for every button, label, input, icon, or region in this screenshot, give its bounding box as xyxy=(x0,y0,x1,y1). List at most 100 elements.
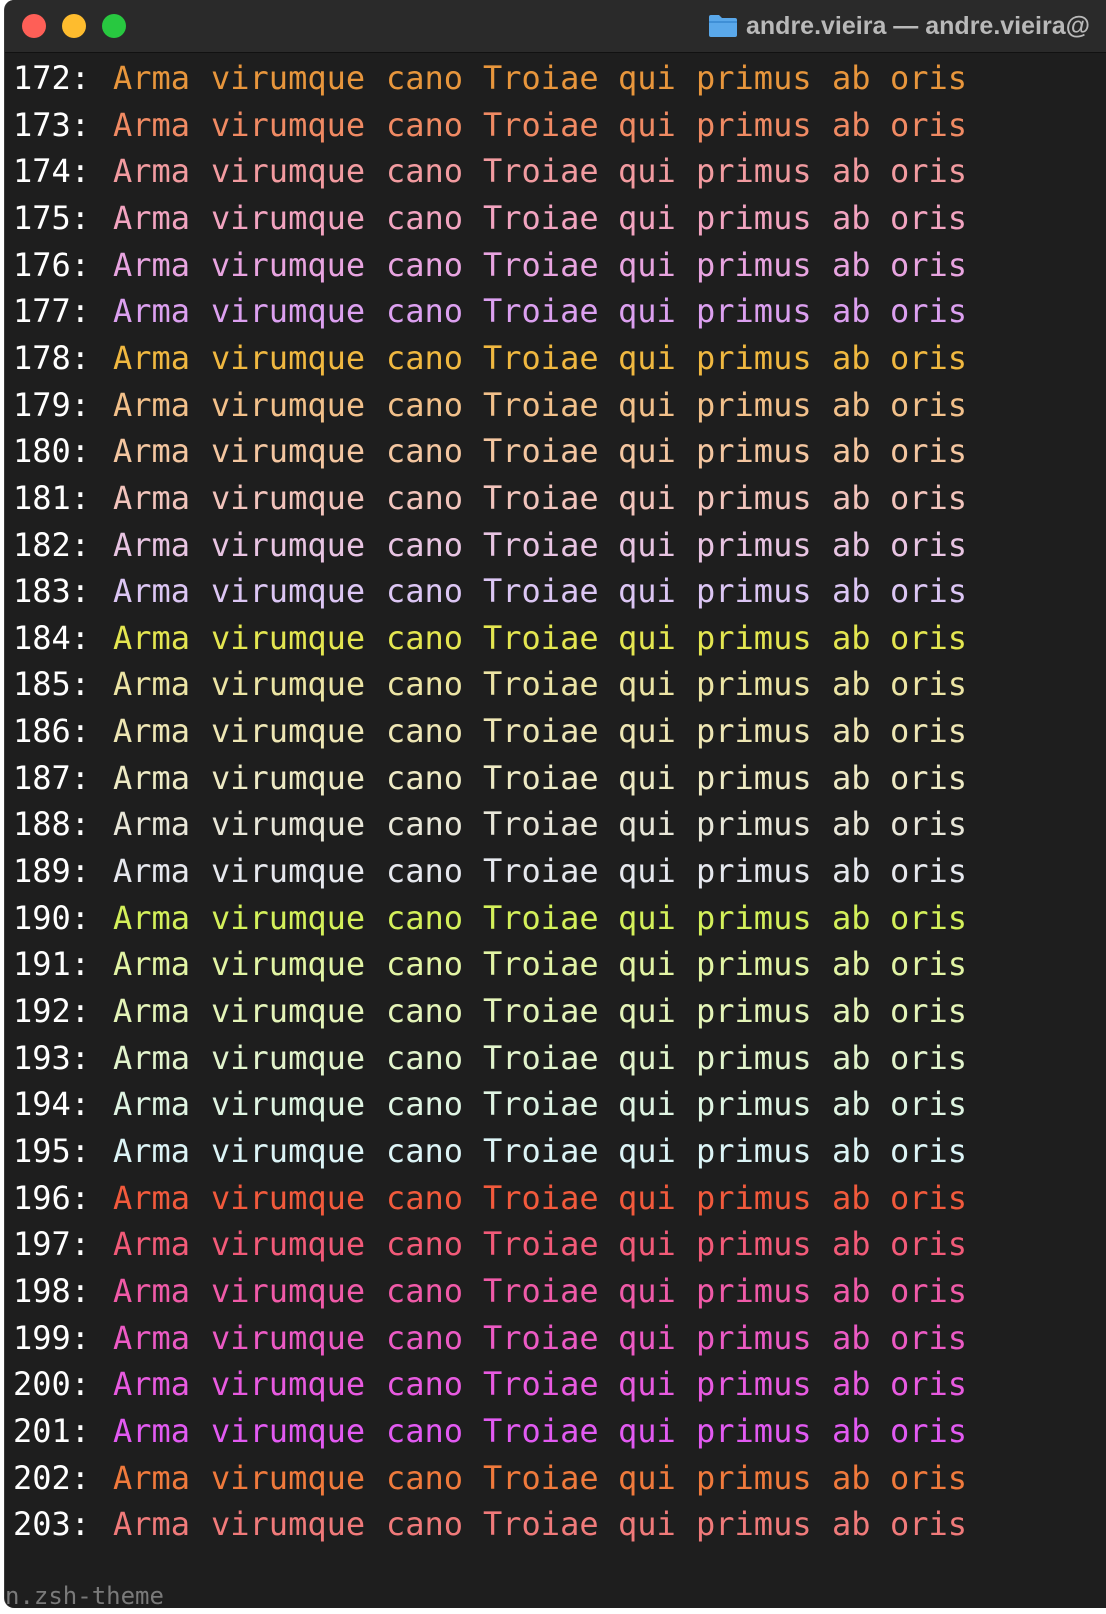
terminal-line: 178: Arma virumque cano Troiae qui primus ab ori… xyxy=(13,334,1103,382)
line-word: oris xyxy=(890,1271,968,1310)
line-word: Arma xyxy=(113,245,191,284)
line-word: oris xyxy=(890,525,968,564)
line-word: qui xyxy=(618,198,676,237)
line-word: Arma xyxy=(113,198,191,237)
terminal-line: 201: Arma virumque cano Troiae qui primus ab ori… xyxy=(13,1407,1103,1455)
window-title-text: andre.vieira — andre.vieira@ xyxy=(746,11,1090,40)
line-word: Arma xyxy=(113,338,191,377)
line-word: oris xyxy=(890,432,968,471)
line-word: cano xyxy=(386,1458,464,1497)
line-word: cano xyxy=(386,525,464,564)
line-word: Troiae xyxy=(483,1365,599,1404)
line-word: Troiae xyxy=(483,385,599,424)
line-word: Troiae xyxy=(483,712,599,751)
line-word: qui xyxy=(618,478,676,517)
line-word: virumque xyxy=(211,805,366,844)
line-word: virumque xyxy=(211,478,366,517)
terminal-line: 172: Arma virumque cano Troiae qui primus ab ori… xyxy=(13,54,1103,102)
line-word: virumque xyxy=(211,898,366,937)
line-word: cano xyxy=(386,1318,464,1357)
line-word: virumque xyxy=(211,525,366,564)
terminal-line: 183: Arma virumque cano Troiae qui primus ab ori… xyxy=(13,567,1103,615)
line-word: oris xyxy=(890,572,968,611)
terminal-line: 182: Arma virumque cano Troiae qui primus ab ori… xyxy=(13,521,1103,569)
line-word: Troiae xyxy=(483,758,599,797)
line-word: cano xyxy=(386,385,464,424)
line-word: virumque xyxy=(211,59,366,97)
line-word: oris xyxy=(890,59,968,97)
zoom-button[interactable] xyxy=(102,14,126,38)
line-word: virumque xyxy=(211,152,366,191)
line-word: Troiae xyxy=(483,898,599,937)
terminal-line: 191: Arma virumque cano Troiae qui primus ab ori… xyxy=(13,940,1103,988)
terminal-line: 186: Arma virumque cano Troiae qui primus ab ori… xyxy=(13,707,1103,755)
line-word: Troiae xyxy=(483,852,599,891)
line-word: cano xyxy=(386,1178,464,1217)
line-word: ab xyxy=(832,1085,871,1124)
line-word: oris xyxy=(890,105,968,144)
terminal-line: 179: Arma virumque cano Troiae qui primus ab ori… xyxy=(13,381,1103,429)
line-word: virumque xyxy=(211,1131,366,1170)
line-number: 201: xyxy=(13,1411,91,1450)
line-word: primus xyxy=(696,945,812,984)
terminal-line: 194: Arma virumque cano Troiae qui primus ab ori… xyxy=(13,1080,1103,1128)
line-word: cano xyxy=(386,992,464,1030)
line-word: Arma xyxy=(113,898,191,937)
title-bar: andre.vieira — andre.vieira@ xyxy=(5,0,1106,53)
line-word: Troiae xyxy=(483,1411,599,1450)
terminal-window: andre.vieira — andre.vieira@ 172: Arma vir… xyxy=(4,0,1106,1608)
line-word: qui xyxy=(618,992,676,1030)
line-word: cano xyxy=(386,1085,464,1124)
line-word: ab xyxy=(832,385,871,424)
line-word: qui xyxy=(618,665,676,704)
line-word: Troiae xyxy=(483,1131,599,1170)
line-word: qui xyxy=(618,1411,676,1450)
terminal-line: 184: Arma virumque cano Troiae qui primus ab ori… xyxy=(13,614,1103,662)
line-number: 203: xyxy=(13,1505,91,1544)
terminal-line: 196: Arma virumque cano Troiae qui primus ab ori… xyxy=(13,1174,1103,1222)
terminal-line: 188: Arma virumque cano Troiae qui primus ab ori… xyxy=(13,800,1103,848)
line-word: oris xyxy=(890,1225,968,1264)
line-word: ab xyxy=(832,152,871,191)
line-word: Arma xyxy=(113,618,191,657)
line-word: oris xyxy=(890,945,968,984)
line-word: Arma xyxy=(113,1458,191,1497)
line-word: primus xyxy=(696,1411,812,1450)
folder-icon xyxy=(709,15,737,37)
line-word: ab xyxy=(832,898,871,937)
line-number: 176: xyxy=(13,245,91,284)
line-word: qui xyxy=(618,805,676,844)
line-word: qui xyxy=(618,898,676,937)
line-word: qui xyxy=(618,758,676,797)
line-word: Troiae xyxy=(483,1458,599,1497)
line-word: oris xyxy=(890,1411,968,1450)
terminal-output[interactable]: 172: Arma virumque cano Troiae qui primus ab ori… xyxy=(5,54,1106,1608)
line-word: oris xyxy=(890,1365,968,1404)
line-word: primus xyxy=(696,992,812,1030)
close-button[interactable] xyxy=(22,14,46,38)
line-word: ab xyxy=(832,292,871,331)
line-word: qui xyxy=(618,1178,676,1217)
line-word: Troiae xyxy=(483,572,599,611)
line-number: 202: xyxy=(13,1458,91,1497)
line-word: qui xyxy=(618,1365,676,1404)
line-word: ab xyxy=(832,665,871,704)
minimize-button[interactable] xyxy=(62,14,86,38)
line-word: primus xyxy=(696,805,812,844)
line-word: Troiae xyxy=(483,245,599,284)
terminal-line: 173: Arma virumque cano Troiae qui primus ab ori… xyxy=(13,101,1103,149)
line-number: 193: xyxy=(13,1038,91,1077)
line-number: 182: xyxy=(13,525,91,564)
line-word: oris xyxy=(890,245,968,284)
terminal-line: 198: Arma virumque cano Troiae qui primus ab ori… xyxy=(13,1267,1103,1315)
line-word: primus xyxy=(696,525,812,564)
line-word: Arma xyxy=(113,1178,191,1217)
line-word: virumque xyxy=(211,852,366,891)
line-word: Troiae xyxy=(483,1271,599,1310)
line-word: virumque xyxy=(211,245,366,284)
terminal-line: 192: Arma virumque cano Troiae qui primus ab ori… xyxy=(13,987,1103,1035)
terminal-line: 200: Arma virumque cano Troiae qui primus ab ori… xyxy=(13,1360,1103,1408)
line-number: 185: xyxy=(13,665,91,704)
line-word: Troiae xyxy=(483,1505,599,1544)
line-word: qui xyxy=(618,852,676,891)
